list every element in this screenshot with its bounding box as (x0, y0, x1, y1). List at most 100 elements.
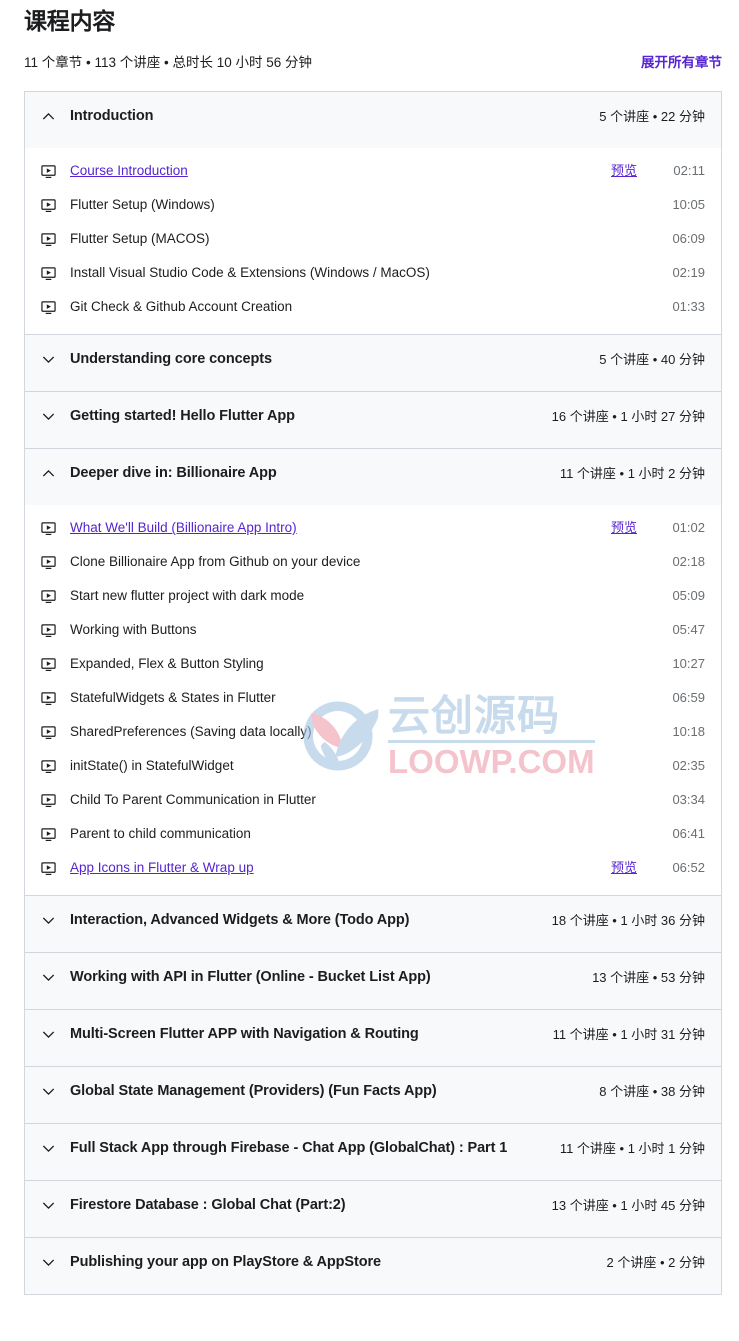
section-meta: 5 个讲座 • 40 分钟 (599, 352, 705, 367)
lecture-row[interactable]: Child To Parent Communication in Flutter… (25, 783, 721, 817)
lecture-row[interactable]: Install Visual Studio Code & Extensions … (25, 256, 721, 290)
section-meta: 8 个讲座 • 38 分钟 (599, 1084, 705, 1099)
section-header-toggle[interactable]: Firestore Database : Global Chat (Part:2… (25, 1181, 721, 1237)
lecture-duration: 10:18 (672, 724, 705, 739)
section-title: Working with API in Flutter (Online - Bu… (70, 969, 431, 985)
lecture-row[interactable]: Working with Buttons 05:47 (25, 613, 721, 647)
chevron-down-icon[interactable] (40, 910, 56, 930)
lecture-row-right: 预览 02:11 (611, 161, 705, 181)
chevron-down-icon[interactable] (40, 1138, 56, 1158)
section-header-toggle[interactable]: Introduction 5 个讲座 • 22 分钟 (25, 92, 721, 148)
chevron-up-icon[interactable] (40, 106, 56, 126)
chevron-down-icon[interactable] (40, 349, 56, 369)
section-header-toggle[interactable]: Interaction, Advanced Widgets & More (To… (25, 896, 721, 952)
section-title: Understanding core concepts (70, 351, 272, 367)
preview-link[interactable]: 预览 (611, 161, 637, 181)
section-header-toggle[interactable]: Full Stack App through Firebase - Chat A… (25, 1124, 721, 1180)
curriculum-section: Deeper dive in: Billionaire App 11 个讲座 • … (25, 448, 721, 895)
section-header-toggle[interactable]: Global State Management (Providers) (Fun… (25, 1067, 721, 1123)
lecture-row[interactable]: StatefulWidgets & States in Flutter 06:59 (25, 681, 721, 715)
chevron-down-icon[interactable] (40, 1195, 56, 1215)
chevron-down-icon[interactable] (40, 1252, 56, 1272)
section-header-toggle[interactable]: Publishing your app on PlayStore & AppSt… (25, 1238, 721, 1294)
video-icon (40, 860, 56, 876)
lecture-row-left: StatefulWidgets & States in Flutter (40, 688, 665, 708)
lecture-row[interactable]: Parent to child communication 06:41 (25, 817, 721, 851)
chevron-down-icon[interactable] (40, 1081, 56, 1101)
section-header-toggle[interactable]: Getting started! Hello Flutter App 16 个讲座… (25, 392, 721, 448)
lecture-duration: 05:09 (672, 588, 705, 603)
preview-link[interactable]: 预览 (611, 858, 637, 878)
chevron-down-icon[interactable] (40, 967, 56, 987)
video-icon (40, 554, 56, 570)
section-title: Introduction (70, 108, 154, 124)
lecture-row[interactable]: Course Introduction 预览 02:11 (25, 154, 721, 188)
lecture-row[interactable]: Start new flutter project with dark mode… (25, 579, 721, 613)
lecture-duration: 01:02 (672, 520, 705, 535)
video-icon (40, 265, 56, 281)
section-meta: 2 个讲座 • 2 分钟 (606, 1255, 705, 1270)
lecture-row-left: Start new flutter project with dark mode (40, 586, 665, 606)
video-icon (40, 826, 56, 842)
chevron-down-icon[interactable] (40, 1024, 56, 1044)
lecture-row-left: Flutter Setup (Windows) (40, 195, 665, 215)
lecture-row[interactable]: What We'll Build (Billionaire App Intro)… (25, 511, 721, 545)
lecture-title-link[interactable]: Course Introduction (70, 161, 188, 181)
section-lecture-list: What We'll Build (Billionaire App Intro)… (25, 505, 721, 895)
section-header-left: Understanding core concepts (40, 349, 599, 369)
section-title: Firestore Database : Global Chat (Part:2… (70, 1197, 346, 1213)
video-icon (40, 231, 56, 247)
lecture-row-right: 10:18 (665, 722, 705, 742)
lecture-row-left: App Icons in Flutter & Wrap up (40, 858, 611, 878)
lecture-row[interactable]: initState() in StatefulWidget 02:35 (25, 749, 721, 783)
lecture-row[interactable]: Git Check & Github Account Creation 01:33 (25, 290, 721, 324)
section-title: Interaction, Advanced Widgets & More (To… (70, 912, 410, 928)
section-header-left: Full Stack App through Firebase - Chat A… (40, 1138, 560, 1158)
lecture-title: Working with Buttons (70, 622, 197, 637)
section-header-left: Deeper dive in: Billionaire App (40, 463, 560, 483)
section-meta: 11 个讲座 • 1 小时 1 分钟 (559, 1141, 705, 1156)
lecture-row[interactable]: Flutter Setup (Windows) 10:05 (25, 188, 721, 222)
section-header-left: Publishing your app on PlayStore & AppSt… (40, 1252, 607, 1272)
section-header-toggle[interactable]: Deeper dive in: Billionaire App 11 个讲座 • … (25, 449, 721, 505)
lecture-row-left: initState() in StatefulWidget (40, 756, 665, 776)
lecture-row[interactable]: SharedPreferences (Saving data locally) 1… (25, 715, 721, 749)
section-title: Publishing your app on PlayStore & AppSt… (70, 1254, 381, 1270)
lecture-row[interactable]: Flutter Setup (MACOS) 06:09 (25, 222, 721, 256)
curriculum-section: Working with API in Flutter (Online - Bu… (25, 952, 721, 1009)
lecture-duration: 02:18 (672, 554, 705, 569)
video-icon (40, 163, 56, 179)
section-meta: 11 个讲座 • 1 小时 2 分钟 (559, 466, 705, 481)
lecture-row-right: 02:35 (665, 756, 705, 776)
lecture-row-right: 03:34 (665, 790, 705, 810)
video-icon (40, 588, 56, 604)
lecture-title: SharedPreferences (Saving data locally) (70, 724, 312, 739)
video-icon (40, 299, 56, 315)
lecture-duration: 02:35 (672, 758, 705, 773)
lecture-row-right: 06:41 (665, 824, 705, 844)
video-icon (40, 520, 56, 536)
lecture-row[interactable]: Clone Billionaire App from Github on you… (25, 545, 721, 579)
expand-all-sections-link[interactable]: 展开所有章节 (641, 54, 722, 72)
section-meta: 11 个讲座 • 1 小时 31 分钟 (552, 1027, 705, 1042)
lecture-row-right: 06:59 (665, 688, 705, 708)
curriculum-summary: 11 个章节 • 113 个讲座 • 总时长 10 小时 56 分钟 (24, 55, 313, 70)
lecture-title: Expanded, Flex & Button Styling (70, 656, 264, 671)
lecture-row[interactable]: App Icons in Flutter & Wrap up 预览 06:52 (25, 851, 721, 885)
lecture-row-right: 10:27 (665, 654, 705, 674)
section-header-left: Introduction (40, 106, 599, 126)
lecture-row-left: Child To Parent Communication in Flutter (40, 790, 665, 810)
section-title: Global State Management (Providers) (Fun… (70, 1083, 437, 1099)
lecture-row-left: Parent to child communication (40, 824, 665, 844)
lecture-title-link[interactable]: What We'll Build (Billionaire App Intro) (70, 518, 297, 538)
section-header-toggle[interactable]: Working with API in Flutter (Online - Bu… (25, 953, 721, 1009)
preview-link[interactable]: 预览 (611, 518, 637, 538)
chevron-down-icon[interactable] (40, 406, 56, 426)
section-header-toggle[interactable]: Understanding core concepts 5 个讲座 • 40 分钟 (25, 335, 721, 391)
section-header-toggle[interactable]: Multi-Screen Flutter APP with Navigation… (25, 1010, 721, 1066)
section-header-left: Working with API in Flutter (Online - Bu… (40, 967, 592, 987)
video-icon (40, 656, 56, 672)
lecture-row[interactable]: Expanded, Flex & Button Styling 10:27 (25, 647, 721, 681)
lecture-title-link[interactable]: App Icons in Flutter & Wrap up (70, 858, 254, 878)
chevron-up-icon[interactable] (40, 463, 56, 483)
